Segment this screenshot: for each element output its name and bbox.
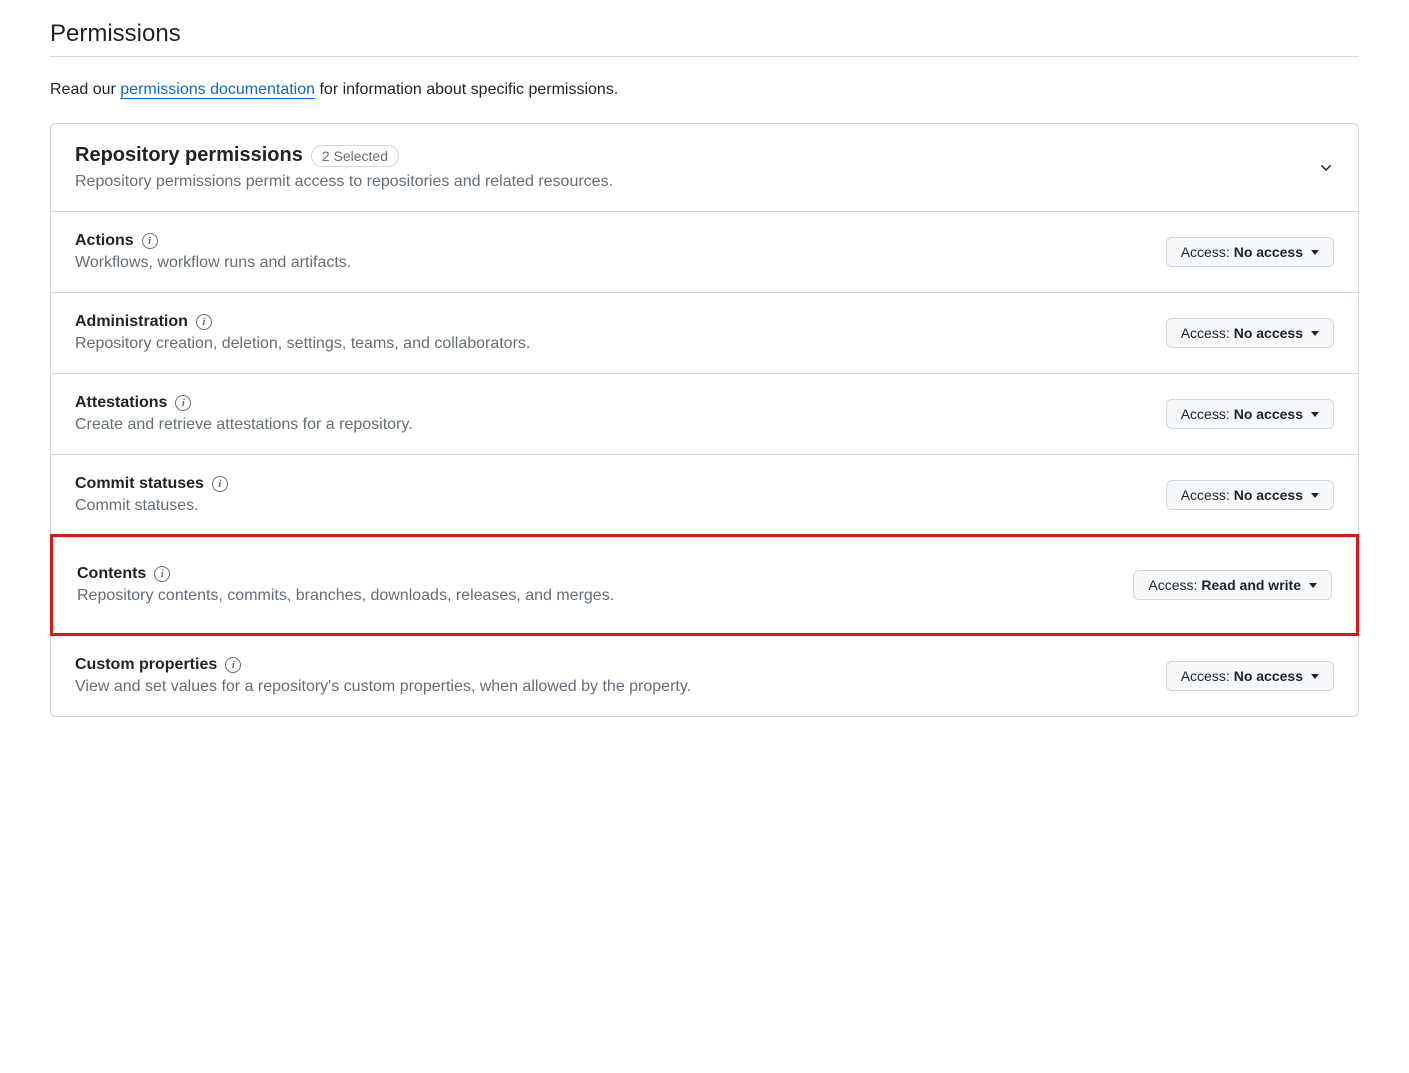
permission-row: Commit statuses i Commit statuses. Access: …	[51, 454, 1358, 535]
caret-down-icon	[1311, 493, 1319, 498]
permissions-panel: Repository permissions 2 Selected Reposi…	[50, 123, 1359, 717]
caret-down-icon	[1311, 412, 1319, 417]
permission-title: Custom properties	[75, 656, 217, 674]
intro-suffix: for information about specific permissio…	[315, 81, 618, 98]
permission-info: Administration i Repository creation, dele…	[75, 313, 530, 353]
access-dropdown[interactable]: Access: No access	[1166, 399, 1334, 429]
access-label: Access:	[1148, 577, 1197, 593]
repository-permissions-header[interactable]: Repository permissions 2 Selected Reposi…	[51, 124, 1358, 211]
info-icon[interactable]: i	[154, 566, 170, 582]
access-label: Access:	[1181, 406, 1230, 422]
permission-row: Administration i Repository creation, dele…	[51, 292, 1358, 373]
info-icon[interactable]: i	[175, 395, 191, 411]
permission-info: Custom properties i View and set values fo…	[75, 656, 691, 696]
permission-info: Actions i Workflows, workflow runs and art…	[75, 232, 351, 272]
access-value: No access	[1234, 668, 1303, 684]
permission-title: Attestations	[75, 394, 167, 412]
info-icon[interactable]: i	[196, 314, 212, 330]
permission-title: Commit statuses	[75, 475, 204, 493]
access-value: Read and write	[1201, 577, 1301, 593]
access-label: Access:	[1181, 487, 1230, 503]
access-label: Access:	[1181, 244, 1230, 260]
access-value: No access	[1234, 487, 1303, 503]
caret-down-icon	[1311, 250, 1319, 255]
access-value: No access	[1234, 406, 1303, 422]
permissions-doc-link[interactable]: permissions documentation	[120, 81, 315, 99]
permission-title-row: Actions i	[75, 232, 351, 250]
access-value: No access	[1234, 244, 1303, 260]
permission-title-row: Administration i	[75, 313, 530, 331]
access-label: Access:	[1181, 325, 1230, 341]
permission-title-row: Custom properties i	[75, 656, 691, 674]
permission-info: Commit statuses i Commit statuses.	[75, 475, 228, 515]
permission-title-row: Commit statuses i	[75, 475, 228, 493]
intro-text: Read our permissions documentation for i…	[50, 81, 1359, 99]
panel-title: Repository permissions	[75, 144, 303, 167]
access-label: Access:	[1181, 668, 1230, 684]
info-icon[interactable]: i	[142, 233, 158, 249]
info-icon[interactable]: i	[225, 657, 241, 673]
info-icon[interactable]: i	[212, 476, 228, 492]
selected-count-badge: 2 Selected	[311, 145, 399, 167]
permission-title: Administration	[75, 313, 188, 331]
permission-description: Create and retrieve attestations for a r…	[75, 416, 413, 434]
permission-description: Commit statuses.	[75, 497, 228, 515]
permission-row: Contents i Repository contents, commits, b…	[50, 534, 1359, 636]
access-dropdown[interactable]: Access: No access	[1166, 661, 1334, 691]
permission-title: Actions	[75, 232, 134, 250]
intro-prefix: Read our	[50, 81, 120, 98]
permission-info: Contents i Repository contents, commits, b…	[77, 565, 614, 605]
access-value: No access	[1234, 325, 1303, 341]
permission-row: Custom properties i View and set values fo…	[51, 635, 1358, 716]
permission-title-row: Contents i	[77, 565, 614, 583]
access-dropdown[interactable]: Access: Read and write	[1133, 570, 1332, 600]
access-dropdown[interactable]: Access: No access	[1166, 237, 1334, 267]
page-title: Permissions	[50, 20, 1359, 57]
chevron-down-icon	[1318, 160, 1334, 176]
permission-title-row: Attestations i	[75, 394, 413, 412]
panel-description: Repository permissions permit access to …	[75, 173, 613, 191]
caret-down-icon	[1311, 674, 1319, 679]
access-dropdown[interactable]: Access: No access	[1166, 480, 1334, 510]
caret-down-icon	[1309, 583, 1317, 588]
permission-description: Repository contents, commits, branches, …	[77, 587, 614, 605]
permission-description: Workflows, workflow runs and artifacts.	[75, 254, 351, 272]
permission-row: Actions i Workflows, workflow runs and art…	[51, 211, 1358, 292]
permission-info: Attestations i Create and retrieve attesta…	[75, 394, 413, 434]
permission-description: View and set values for a repository's c…	[75, 678, 691, 696]
permission-row: Attestations i Create and retrieve attesta…	[51, 373, 1358, 454]
permission-title: Contents	[77, 565, 146, 583]
access-dropdown[interactable]: Access: No access	[1166, 318, 1334, 348]
caret-down-icon	[1311, 331, 1319, 336]
permission-description: Repository creation, deletion, settings,…	[75, 335, 530, 353]
